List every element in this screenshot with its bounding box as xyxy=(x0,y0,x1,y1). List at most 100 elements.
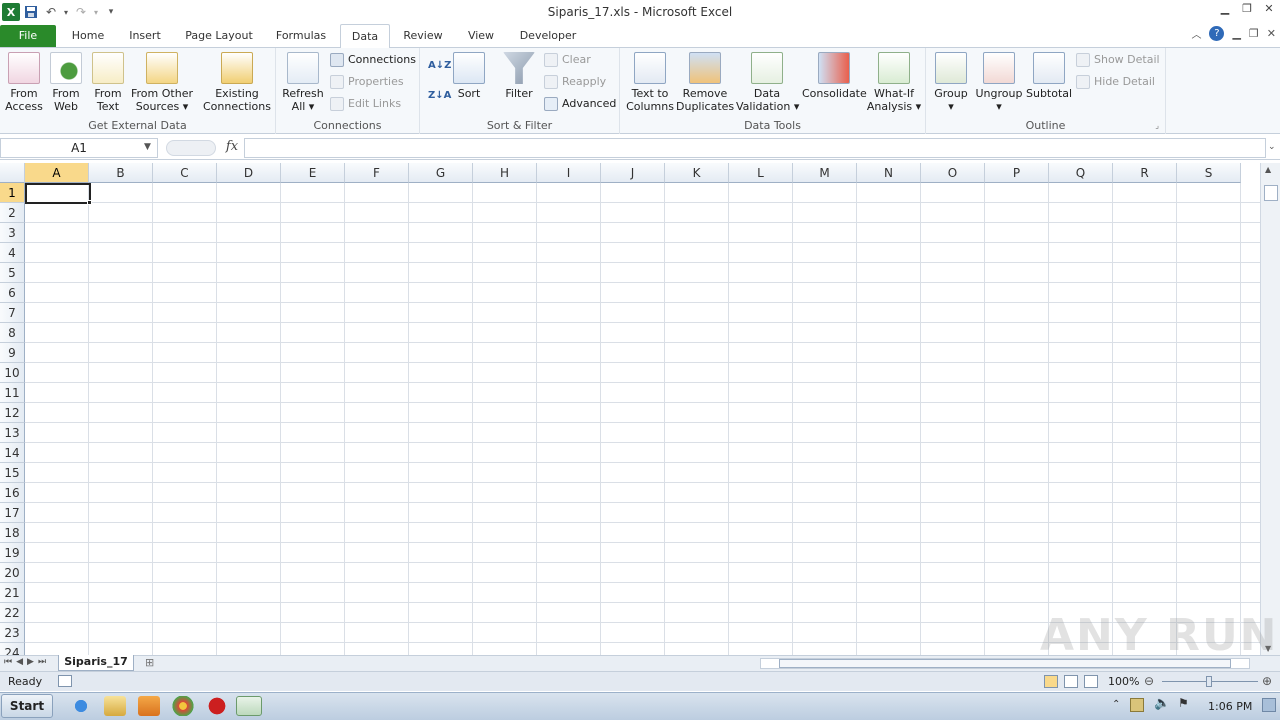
row-header-5[interactable]: 5 xyxy=(0,263,25,283)
sheet-tab-siparis-17[interactable]: Siparis_17 xyxy=(58,655,134,671)
network-tray-icon[interactable] xyxy=(1130,698,1144,712)
edit-links-button[interactable]: Edit Links xyxy=(330,96,401,112)
row-header-9[interactable]: 9 xyxy=(0,343,25,363)
tab-page-layout[interactable]: Page Layout xyxy=(178,24,260,48)
consolidate-button[interactable]: Consolidate xyxy=(802,52,867,100)
row-header-6[interactable]: 6 xyxy=(0,283,25,303)
column-header-r[interactable]: R xyxy=(1113,163,1177,183)
tab-home[interactable]: Home xyxy=(62,24,114,48)
normal-view-icon[interactable] xyxy=(1044,675,1058,688)
from-text-button[interactable]: From Text xyxy=(88,52,128,113)
ungroup-button[interactable]: Ungroup ▾ xyxy=(974,52,1024,113)
column-header-e[interactable]: E xyxy=(281,163,345,183)
row-header-2[interactable]: 2 xyxy=(0,203,25,223)
hide-detail-button[interactable]: Hide Detail xyxy=(1076,74,1155,90)
row-header-22[interactable]: 22 xyxy=(0,603,25,623)
workbook-restore-icon[interactable]: ❐ xyxy=(1249,27,1259,40)
minimize-icon[interactable]: ▁ xyxy=(1216,2,1234,18)
workbook-minimize-icon[interactable]: ▁ xyxy=(1232,27,1240,40)
macro-record-icon[interactable] xyxy=(58,675,72,687)
minimize-ribbon-icon[interactable]: ︿ xyxy=(1191,26,1201,41)
tab-file[interactable]: File xyxy=(0,25,56,47)
zoom-out-icon[interactable]: ⊖ xyxy=(1144,674,1154,688)
zoom-slider-thumb[interactable] xyxy=(1206,676,1212,687)
column-header-i[interactable]: I xyxy=(537,163,601,183)
text-to-columns-button[interactable]: Text to Columns xyxy=(626,52,674,113)
show-desktop-icon[interactable] xyxy=(1262,698,1276,712)
sort-button[interactable]: Sort xyxy=(452,52,486,100)
name-box[interactable]: A1 xyxy=(0,138,158,158)
zoom-in-icon[interactable]: ⊕ xyxy=(1262,674,1272,688)
what-if-analysis-button[interactable]: What-If Analysis ▾ xyxy=(866,52,922,113)
row-header-4[interactable]: 4 xyxy=(0,243,25,263)
insert-function-icon[interactable]: fx xyxy=(222,139,242,157)
formula-bar-resize-handle[interactable] xyxy=(166,140,216,156)
column-header-s[interactable]: S xyxy=(1177,163,1241,183)
row-header-8[interactable]: 8 xyxy=(0,323,25,343)
subtotal-button[interactable]: Subtotal xyxy=(1026,52,1072,100)
worksheet-grid[interactable]: ABCDEFGHIJKLMNOPQRS 1 2 3 4 5 6 7 8 9 10 11 12 13 14 1… xyxy=(0,163,1260,655)
page-layout-view-icon[interactable] xyxy=(1064,675,1078,688)
show-detail-button[interactable]: Show Detail xyxy=(1076,52,1160,68)
properties-button[interactable]: Properties xyxy=(330,74,404,90)
row-header-19[interactable]: 19 xyxy=(0,543,25,563)
vertical-scrollbar[interactable]: ▲ ▼ xyxy=(1260,163,1280,655)
column-header-q[interactable]: Q xyxy=(1049,163,1113,183)
row-header-13[interactable]: 13 xyxy=(0,423,25,443)
start-button[interactable]: Start xyxy=(1,694,53,718)
column-header-k[interactable]: K xyxy=(665,163,729,183)
show-hidden-icons-icon[interactable]: ⌃ xyxy=(1112,699,1120,710)
expand-formula-bar-icon[interactable]: ⌄ xyxy=(1268,142,1276,152)
tab-developer[interactable]: Developer xyxy=(514,24,582,48)
opera-icon[interactable] xyxy=(206,696,228,716)
insert-sheet-icon[interactable]: ⊞ xyxy=(145,656,154,669)
row-header-11[interactable]: 11 xyxy=(0,383,25,403)
row-header-18[interactable]: 18 xyxy=(0,523,25,543)
explorer-folder-icon[interactable] xyxy=(104,696,126,716)
column-header-f[interactable]: F xyxy=(345,163,409,183)
advanced-button[interactable]: Advanced xyxy=(544,96,616,112)
from-other-sources-button[interactable]: From Other Sources ▾ xyxy=(130,52,194,113)
connections-button[interactable]: Connections xyxy=(330,52,416,68)
close-icon[interactable]: ✕ xyxy=(1260,2,1278,18)
column-header-o[interactable]: O xyxy=(921,163,985,183)
row-header-1[interactable]: 1 xyxy=(0,183,25,203)
row-header-17[interactable]: 17 xyxy=(0,503,25,523)
outline-dialog-launcher-icon[interactable]: ⌟ xyxy=(1155,121,1159,130)
row-header-16[interactable]: 16 xyxy=(0,483,25,503)
restore-icon[interactable]: ❐ xyxy=(1238,2,1256,18)
reapply-button[interactable]: Reapply xyxy=(544,74,606,90)
volume-icon[interactable]: 🔈 xyxy=(1154,696,1170,711)
group-button[interactable]: Group ▾ xyxy=(930,52,972,113)
row-header-10[interactable]: 10 xyxy=(0,363,25,383)
column-header-b[interactable]: B xyxy=(89,163,153,183)
row-header-21[interactable]: 21 xyxy=(0,583,25,603)
column-header-p[interactable]: P xyxy=(985,163,1049,183)
row-header-7[interactable]: 7 xyxy=(0,303,25,323)
column-header-l[interactable]: L xyxy=(729,163,793,183)
clear-button[interactable]: Clear xyxy=(544,52,591,68)
tab-formulas[interactable]: Formulas xyxy=(270,24,332,48)
action-center-flag-icon[interactable]: ⚑ xyxy=(1178,696,1189,710)
scroll-up-icon[interactable]: ▲ xyxy=(1265,165,1271,174)
row-header-14[interactable]: 14 xyxy=(0,443,25,463)
row-header-20[interactable]: 20 xyxy=(0,563,25,583)
workbook-close-icon[interactable]: ✕ xyxy=(1267,27,1276,40)
ie-icon[interactable] xyxy=(70,696,92,716)
fill-handle[interactable] xyxy=(87,200,92,205)
column-header-c[interactable]: C xyxy=(153,163,217,183)
excel-taskbar-icon[interactable] xyxy=(236,696,262,716)
filter-button[interactable]: Filter xyxy=(502,52,536,100)
data-validation-button[interactable]: Data Validation ▾ xyxy=(736,52,799,113)
row-header-12[interactable]: 12 xyxy=(0,403,25,423)
help-icon[interactable]: ? xyxy=(1209,26,1225,41)
column-header-d[interactable]: D xyxy=(217,163,281,183)
active-cell-a1[interactable] xyxy=(25,183,91,204)
existing-connections-button[interactable]: Existing Connections xyxy=(202,52,272,113)
tab-view[interactable]: View xyxy=(460,24,502,48)
vertical-scroll-thumb[interactable] xyxy=(1264,185,1278,201)
column-header-m[interactable]: M xyxy=(793,163,857,183)
column-header-j[interactable]: J xyxy=(601,163,665,183)
select-all-corner[interactable] xyxy=(0,163,25,183)
media-player-icon[interactable] xyxy=(138,696,160,716)
